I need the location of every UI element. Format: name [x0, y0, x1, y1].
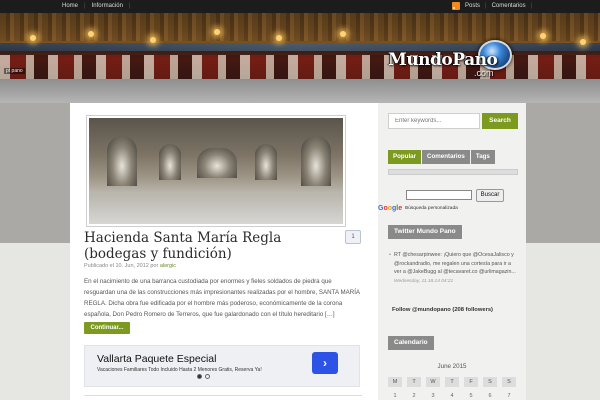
- posts-feed-link[interactable]: Posts: [465, 3, 480, 9]
- lamp-light: [340, 31, 346, 37]
- header-shadow-band: [0, 79, 600, 103]
- ad-title[interactable]: Vallarta Paquete Especial: [97, 353, 216, 365]
- twitter-widget-title: Twitter Mundo Pano: [388, 225, 462, 239]
- ad-pager: [197, 374, 210, 379]
- post-excerpt: En el nacimiento de una barranca custodi…: [84, 278, 360, 318]
- calendar-month: June 2015: [437, 363, 467, 370]
- nav-separator: |: [128, 3, 131, 9]
- tweet-item: • RT @chesarpinwee: ¡Quiero que @OcesaJa…: [389, 251, 516, 286]
- sidebar-tabs: Popular Comentarios Tags: [388, 150, 495, 164]
- post-title[interactable]: Hacienda Santa María Regla (bodegas y fu…: [84, 230, 334, 262]
- calendar-day[interactable]: 7: [502, 391, 516, 400]
- search-input[interactable]: [388, 113, 480, 129]
- ad-pager-dot[interactable]: [205, 374, 210, 379]
- google-search: Buscar Google Búsqueda personalizada: [378, 188, 526, 216]
- calendar-weekdays: M T W T F S S: [388, 377, 516, 387]
- stone-arch: [159, 144, 181, 180]
- stone-arch: [107, 136, 137, 186]
- calendar-weekday: W: [426, 377, 440, 387]
- panorama-image: [89, 118, 343, 224]
- ad-banner[interactable]: Vallarta Paquete Especial Vacaciones Fam…: [84, 345, 360, 387]
- nav-separator: |: [84, 3, 86, 9]
- calendar-day[interactable]: 1: [388, 391, 402, 400]
- continue-reading-button[interactable]: Continuar...: [84, 322, 130, 334]
- bullet-icon: •: [389, 252, 391, 258]
- post-author-link[interactable]: alergic: [160, 263, 176, 269]
- logo-wordmark: MundoPano: [388, 50, 498, 70]
- logo-suffix: .com: [474, 68, 494, 78]
- lamp-light: [214, 29, 220, 35]
- calendar-day[interactable]: 3: [426, 391, 440, 400]
- sidebar: Search Popular Comentarios Tags Buscar G…: [378, 103, 526, 400]
- nav-separator: |: [485, 3, 487, 9]
- lamp-light: [30, 35, 36, 41]
- calendar-day[interactable]: 2: [407, 391, 421, 400]
- nav-home-link[interactable]: Home: [62, 3, 78, 9]
- stone-arch: [197, 148, 237, 178]
- main-content: 1 Hacienda Santa María Regla (bodegas y …: [70, 103, 378, 400]
- google-logo: Google: [378, 205, 403, 212]
- calendar-weekday: T: [445, 377, 459, 387]
- site-logo[interactable]: MundoPano .com: [386, 38, 520, 79]
- tweet-date: Wednesday, 11.18.14 04:21: [394, 278, 454, 284]
- search-form: Search: [388, 113, 518, 129]
- tab-comentarios[interactable]: Comentarios: [422, 150, 470, 164]
- twitter-follow-link[interactable]: Follow @mundopano (208 followers): [392, 307, 493, 313]
- stone-arch: [255, 144, 277, 180]
- tweet-text: RT @chesarpinwee: ¡Quiero que @OcesaJali…: [394, 252, 516, 275]
- calendar-weekday: T: [407, 377, 421, 387]
- ad-arrow-button[interactable]: ›: [312, 352, 338, 374]
- stone-arch: [301, 136, 331, 186]
- feed-links: Posts | Comentarios |: [452, 2, 532, 10]
- calendar-week-row: 1 2 3 4 5 6 7: [388, 391, 516, 400]
- calendar-day[interactable]: 4: [445, 391, 459, 400]
- header-banner: pt pano MundoPano .com: [0, 13, 600, 79]
- google-search-button[interactable]: Buscar: [476, 189, 504, 202]
- calendar-weekday: M: [388, 377, 402, 387]
- rss-icon[interactable]: [452, 2, 460, 10]
- calendar-day[interactable]: 5: [464, 391, 478, 400]
- post-thumbnail[interactable]: [86, 115, 346, 227]
- top-nav: Home | Información |: [62, 3, 131, 9]
- top-bar: Home | Información | Posts | Comentarios…: [0, 0, 600, 13]
- post-date: Publicado el 10. Jun, 2012 por: [84, 263, 159, 269]
- calendar-widget-title: Calendario: [388, 336, 434, 350]
- google-search-caption: Búsqueda personalizada: [405, 206, 458, 211]
- calendar-weekday: S: [483, 377, 497, 387]
- lamp-light: [276, 35, 282, 41]
- comment-count-badge[interactable]: 1: [345, 230, 361, 244]
- ad-pager-dot[interactable]: [197, 374, 202, 379]
- tab-tags[interactable]: Tags: [470, 150, 495, 164]
- post-meta: Publicado el 10. Jun, 2012 por alergic: [84, 263, 176, 269]
- cobblestone-floor: [89, 194, 343, 224]
- divider: [84, 395, 362, 396]
- tab-popular[interactable]: Popular: [388, 150, 422, 164]
- comments-feed-link[interactable]: Comentarios: [492, 3, 526, 9]
- calendar-weekday: F: [464, 377, 478, 387]
- calendar-weekday: S: [502, 377, 516, 387]
- search-button[interactable]: Search: [482, 113, 518, 129]
- lamp-light: [88, 31, 94, 37]
- lamp-light: [580, 39, 586, 45]
- nav-separator: |: [530, 3, 533, 9]
- lamp-light: [540, 33, 546, 39]
- calendar-day[interactable]: 6: [483, 391, 497, 400]
- ad-description: Vacaciones Familiares Todo Incluido Hast…: [97, 367, 262, 373]
- google-search-input[interactable]: [406, 190, 472, 200]
- tab-panel: [388, 169, 518, 175]
- banner-tag: pt pano: [4, 68, 25, 74]
- nav-informacion-link[interactable]: Información: [92, 3, 123, 9]
- lamp-light: [150, 37, 156, 43]
